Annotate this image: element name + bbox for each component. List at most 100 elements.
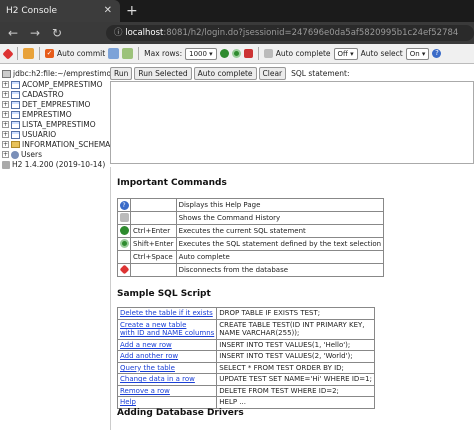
auto-select-select[interactable]: On ▾ [405,47,430,60]
table-row: Add a new row INSERT INTO TEST VALUES(1,… [116,338,375,351]
expand-icon[interactable]: + [2,131,9,138]
auto-select-label: Auto select [360,49,403,58]
tree-item-label: INFORMATION_SCHEMA [22,140,111,149]
sample-sql-table: Delete the table if it exists DROP TABLE… [116,307,375,409]
run-icon[interactable] [219,49,229,58]
command-key: Ctrl+Enter [130,224,177,238]
tree-item[interactable]: + EMPRESTIMO [2,110,72,119]
sample-link[interactable]: Help [116,396,218,409]
expand-icon[interactable]: + [2,81,9,88]
commit-icon[interactable] [122,48,134,59]
page-info-icon[interactable]: ⓘ [114,28,125,38]
h2-toolbar: ✓ Auto commit Max rows: 1000 ▾ Auto comp… [0,44,474,64]
history-icon[interactable] [263,49,273,58]
sample-link-text[interactable]: Remove a row [120,387,214,396]
tree-item[interactable]: + Users [2,150,42,159]
tree-item[interactable]: + ACOMP_EMPRESTIMO [2,80,103,89]
history-icon [117,211,131,225]
disconnect-icon[interactable] [2,47,14,60]
query-toolbar: Run Run Selected Auto complete Clear SQL… [110,66,350,80]
tree-item[interactable]: + USUARIO [2,130,56,139]
max-rows-label: Max rows: [144,49,183,58]
auto-commit-checkbox[interactable]: ✓ [45,49,54,58]
sample-link-text[interactable]: Change data in a row [120,375,214,384]
sample-link-text[interactable]: Add another row [120,352,214,361]
tree-item[interactable]: + CADASTRO [2,90,64,99]
expand-icon[interactable]: + [2,111,9,118]
run-selected-icon[interactable] [231,49,241,58]
command-key [130,198,177,212]
command-key: Shift+Enter [130,237,177,251]
sample-sql: UPDATE TEST SET NAME='Hi' WHERE ID=1; [216,373,375,386]
auto-complete-value: Off [337,49,348,58]
tree-item[interactable]: + INFORMATION_SCHEMA [2,140,110,149]
sample-link-text[interactable]: with ID and NAME columns [120,329,214,338]
sql-editor[interactable] [110,81,474,164]
sample-link-text[interactable]: Add a new row [120,341,214,350]
sample-link[interactable]: Remove a row [116,384,218,397]
sample-link[interactable]: Add another row [116,350,218,363]
tree-item-label: CADASTRO [22,90,64,99]
sample-link-text[interactable]: Create a new table [120,321,214,330]
url-path: :8081/h2/login.do?jsessionid=247696e0da5… [163,28,459,38]
commands-table: ? Displays this Help Page Shows the Comm… [117,198,385,277]
refresh-icon[interactable] [23,48,34,59]
command-desc: Disconnects from the database [175,263,385,277]
sample-link[interactable]: Query the table [116,361,218,374]
database-icon [2,69,11,78]
clear-button[interactable]: Clear [258,66,287,80]
tree-item-label: EMPRESTIMO [22,110,72,119]
forward-icon[interactable]: → [30,25,40,41]
run-selected-button[interactable]: Run Selected [134,66,192,80]
command-desc: Executes the current SQL statement [175,224,385,238]
sample-link-text[interactable]: Delete the table if it exists [120,309,214,318]
tree-connection[interactable]: jdbc:h2:file:~/emprestimo [2,69,111,78]
expand-icon[interactable]: + [2,141,9,148]
sample-link-text[interactable]: Help [120,398,214,407]
new-tab-icon[interactable]: + [126,0,138,22]
expand-icon[interactable]: + [2,101,9,108]
run-button[interactable]: Run [110,66,133,80]
max-rows-select[interactable]: 1000 ▾ [185,47,217,60]
folder-icon [11,141,20,148]
expand-icon[interactable]: + [2,151,9,158]
help-icon[interactable]: ? [432,49,442,58]
important-commands-heading: Important Commands [117,178,227,188]
sample-sql: DELETE FROM TEST WHERE ID=2; [216,384,375,397]
sample-link-text[interactable]: Query the table [120,364,214,373]
command-desc: Auto complete [175,250,385,264]
table-row: Ctrl+Space Auto complete [117,250,385,264]
close-tab-icon[interactable]: ✕ [104,0,112,22]
sample-sql-text: INSERT INTO TEST VALUES(2, 'World'); [219,352,353,360]
sample-link[interactable]: Create a new table with ID and NAME colu… [116,318,218,340]
sample-link[interactable]: Change data in a row [116,373,218,386]
tree-item-label: DET_EMPRESTIMO [22,100,91,109]
tree-item[interactable]: + LISTA_EMPRESTIMO [2,120,96,129]
browser-nav-bar: ← → ↻ ⓘ localhost:8081/h2/login.do?jsess… [0,22,474,44]
tree-item[interactable]: + DET_EMPRESTIMO [2,100,90,109]
auto-complete-button[interactable]: Auto complete [193,66,257,80]
sample-sql-text: HELP ... [219,398,246,406]
expand-icon[interactable]: + [2,121,9,128]
reload-icon[interactable]: ↻ [52,25,62,41]
users-icon [11,150,19,159]
url-bar[interactable]: ⓘ localhost:8081/h2/login.do?jsessionid=… [106,25,474,41]
back-icon[interactable]: ← [8,25,18,41]
table-icon [11,120,20,129]
auto-commit-label: Auto commit [57,49,106,58]
table-row: Shift+Enter Executes the SQL statement d… [117,237,385,251]
sample-link[interactable]: Add a new row [116,338,218,351]
sample-link[interactable]: Delete the table if it exists [116,307,218,320]
expand-icon[interactable]: + [2,91,9,98]
rollback-icon[interactable] [108,48,120,59]
schema-tree: jdbc:h2:file:~/emprestimo + ACOMP_EMPRES… [0,64,111,430]
auto-select-value: On [409,49,420,58]
toolbar-divider [39,47,40,60]
sample-sql: INSERT INTO TEST VALUES(1, 'Hello'); [216,338,375,351]
tree-item-label: USUARIO [22,130,57,139]
table-row: Help HELP ... [116,396,375,409]
stop-icon[interactable] [243,49,253,58]
auto-complete-select[interactable]: Off ▾ [333,47,358,60]
auto-complete-label: Auto complete [275,49,331,58]
browser-tab[interactable]: H2 Console ✕ [0,0,120,22]
